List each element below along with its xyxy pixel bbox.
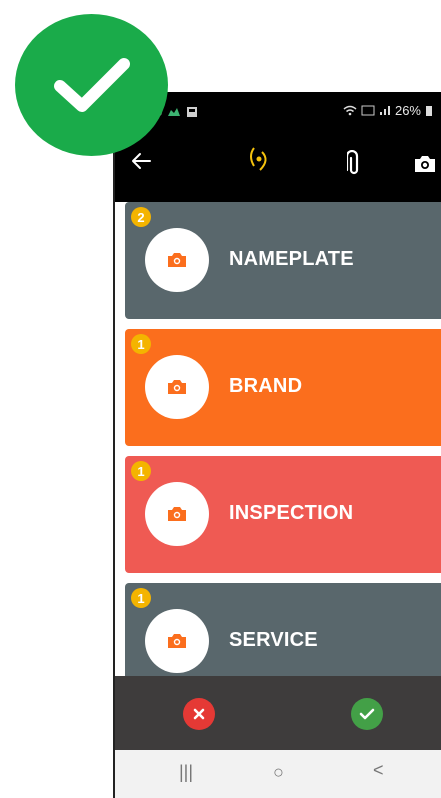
add-photo-button[interactable] [145, 482, 209, 546]
camera-icon[interactable] [413, 154, 437, 179]
app-logo-icon [246, 144, 272, 179]
battery-percent: 26% [394, 103, 421, 118]
lte-icon [361, 105, 375, 116]
category-label: INSPECTION [229, 502, 354, 524]
category-card-nameplate[interactable]: 2 NAMEPLATE [125, 202, 441, 319]
signal-icon [379, 106, 390, 115]
check-icon [359, 708, 375, 720]
camera-icon [168, 507, 186, 521]
cancel-button[interactable] [183, 698, 215, 730]
category-label: SERVICE [229, 629, 318, 651]
app-notification-icon [187, 106, 198, 117]
camera-icon [168, 253, 186, 267]
category-card-inspection[interactable]: 1 INSPECTION [125, 456, 441, 573]
photo-count-badge: 1 [131, 461, 151, 481]
add-photo-button[interactable] [145, 228, 209, 292]
attach-icon[interactable] [345, 149, 361, 183]
category-label: NAMEPLATE [229, 248, 354, 270]
system-nav-bar: ||| ○ < [115, 750, 441, 798]
category-list: 2 NAMEPLATE 1 BRAND 1 INSPECTION 1 SERVI… [115, 202, 441, 676]
category-label: BRAND [229, 375, 303, 397]
notification-icon [168, 107, 181, 116]
battery-icon [426, 105, 432, 116]
camera-icon [168, 634, 186, 648]
home-button[interactable]: ○ [273, 762, 284, 783]
success-check-icon [15, 14, 168, 156]
action-bar [115, 676, 441, 750]
system-back-button[interactable]: < [373, 760, 384, 781]
camera-icon [168, 380, 186, 394]
recent-apps-button[interactable]: ||| [179, 762, 193, 783]
photo-count-badge: 1 [131, 334, 151, 354]
confirm-button[interactable] [351, 698, 383, 730]
app-bar [115, 130, 441, 202]
category-card-service[interactable]: 1 SERVICE [125, 583, 441, 676]
back-arrow-icon[interactable] [131, 152, 151, 175]
add-photo-button[interactable] [145, 609, 209, 673]
category-card-brand[interactable]: 1 BRAND [125, 329, 441, 446]
photo-count-badge: 1 [131, 588, 151, 608]
phone-screen: 5 26% 2 [113, 92, 441, 798]
photo-count-badge: 2 [131, 207, 151, 227]
add-photo-button[interactable] [145, 355, 209, 419]
wifi-icon [343, 105, 357, 116]
close-icon [193, 708, 205, 720]
